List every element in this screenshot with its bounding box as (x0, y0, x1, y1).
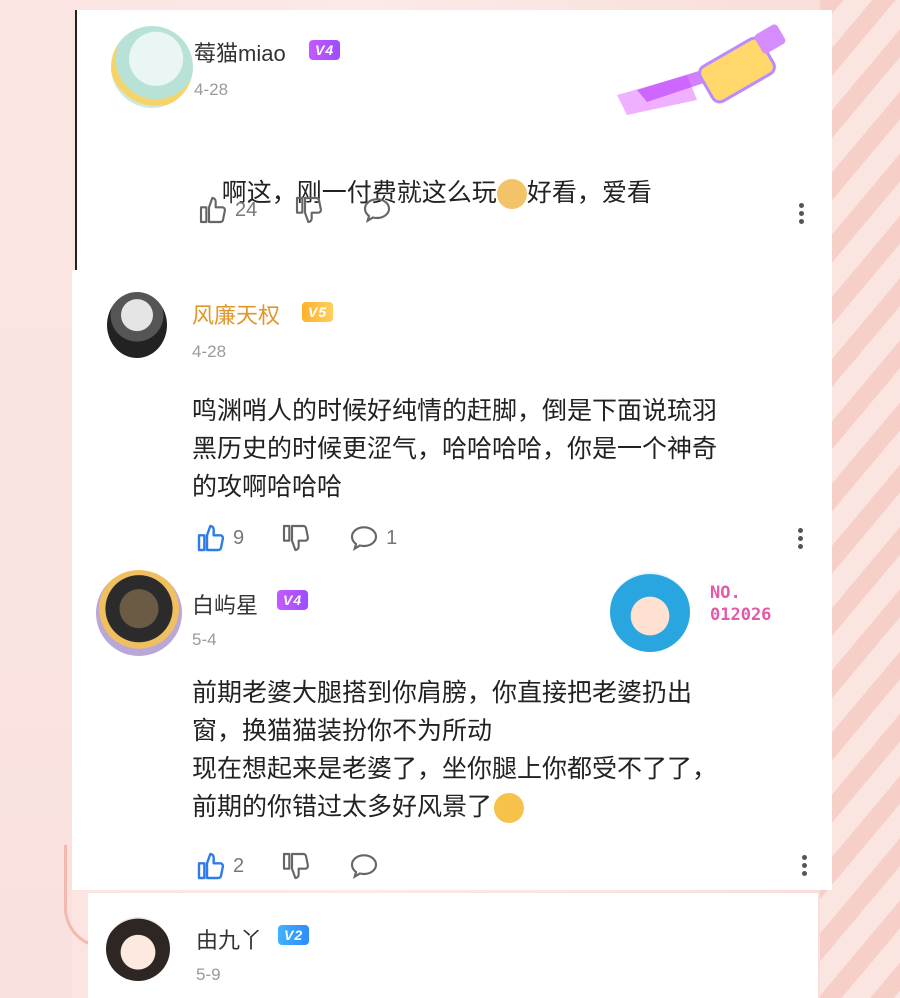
background-floral-right (820, 0, 900, 998)
level-badge: V5 (302, 302, 334, 322)
avatar[interactable] (106, 917, 170, 981)
background-left (0, 0, 72, 998)
level-badge: V4 (309, 40, 341, 60)
comment-actions: 9 1 (195, 522, 433, 554)
more-icon-dot (799, 211, 804, 216)
comment-text: 鸣渊哨人的时候好纯情的赶脚，倒是下面说琉羽 黑历史的时候更涩气，哈哈哈哈，你是一… (192, 397, 718, 501)
avatar[interactable] (107, 292, 167, 358)
username[interactable]: 风廉天权 (192, 298, 280, 330)
like-count: 2 (233, 854, 245, 877)
thumbs-up-icon (197, 524, 225, 552)
more-icon-dot (798, 544, 803, 549)
comment-text-part: 好看，爱看 (526, 179, 652, 207)
like-button[interactable]: 2 (195, 850, 244, 882)
more-icon-dot (802, 855, 807, 860)
comment-date: 4-28 (194, 80, 229, 99)
more-options-button[interactable] (802, 852, 808, 878)
like-button[interactable]: 24 (197, 194, 257, 226)
more-options-button[interactable] (798, 525, 804, 551)
reply-count: 1 (386, 526, 398, 549)
comment-card: 白屿星 V4 5-4 NO. 012026 前期老婆大腿搭到你肩膀，你直接把老婆… (72, 560, 832, 890)
comment-icon (351, 526, 378, 551)
comment-card: 由九丫 V2 5-9 (88, 893, 818, 998)
comment-icon (364, 198, 391, 223)
thumbs-up-icon (197, 852, 225, 880)
more-icon-dot (799, 219, 804, 224)
reply-button[interactable]: 1 (348, 522, 397, 554)
decoration-bottle-icon (617, 24, 786, 115)
more-icon-dot (798, 536, 803, 541)
dislike-button[interactable] (280, 850, 312, 882)
comment-text: 啊这，刚一付费就这么玩 好看，爱看 (194, 136, 652, 250)
more-options-button[interactable] (799, 200, 805, 226)
dislike-button[interactable] (280, 522, 312, 554)
comment-card: 风廉天权 V5 4-28 鸣渊哨人的时候好纯情的赶脚，倒是下面说琉羽 黑历史的时… (72, 270, 832, 560)
comment-card: 莓猫miao V4 4-28 啊这，刚一付费就这么玩 好看，爱看 24 (75, 10, 832, 270)
comment-date: 5-4 (192, 630, 217, 649)
reply-button[interactable] (348, 850, 380, 882)
like-count: 9 (233, 526, 245, 549)
dislike-button[interactable] (293, 194, 325, 226)
comment-actions: 24 (197, 194, 429, 226)
level-badge: V2 (278, 925, 310, 945)
avatar[interactable] (111, 26, 193, 108)
username[interactable]: 莓猫miao (194, 36, 286, 68)
username[interactable]: 白屿星 (192, 588, 258, 620)
reply-button[interactable] (361, 194, 393, 226)
comment-icon (351, 854, 378, 879)
thumbs-down-icon (296, 196, 323, 224)
decoration-character: NO. 012026 (610, 572, 810, 652)
more-icon-dot (802, 871, 807, 876)
thumbs-down-icon (283, 524, 310, 552)
comment-text: 前期老婆大腿搭到你肩膀，你直接把老婆扔出 窗，换猫猫装扮你不为所动 现在想起来是… (192, 674, 717, 826)
comment-date: 4-28 (192, 342, 227, 361)
more-icon-dot (799, 203, 804, 208)
cat-emoji-icon (496, 179, 527, 210)
username[interactable]: 由九丫 (196, 923, 262, 955)
decoration-character-avatar (610, 572, 690, 652)
comment-text-part: 前期老婆大腿搭到你肩膀，你直接把老婆扔出 窗，换猫猫装扮你不为所动 现在想起来是… (192, 679, 718, 821)
avatar[interactable] (96, 570, 182, 656)
comment-actions: 2 (195, 850, 416, 882)
more-icon-dot (798, 528, 803, 533)
thumbs-down-icon (283, 852, 310, 880)
comment-date: 5-9 (196, 965, 221, 984)
more-icon-dot (802, 863, 807, 868)
thumbs-up-icon (199, 196, 226, 224)
level-badge: V4 (277, 590, 309, 610)
like-count: 24 (235, 198, 258, 221)
laughing-emoji-icon (494, 793, 525, 824)
like-button[interactable]: 9 (195, 522, 244, 554)
decoration-number: NO. 012026 (710, 583, 772, 625)
